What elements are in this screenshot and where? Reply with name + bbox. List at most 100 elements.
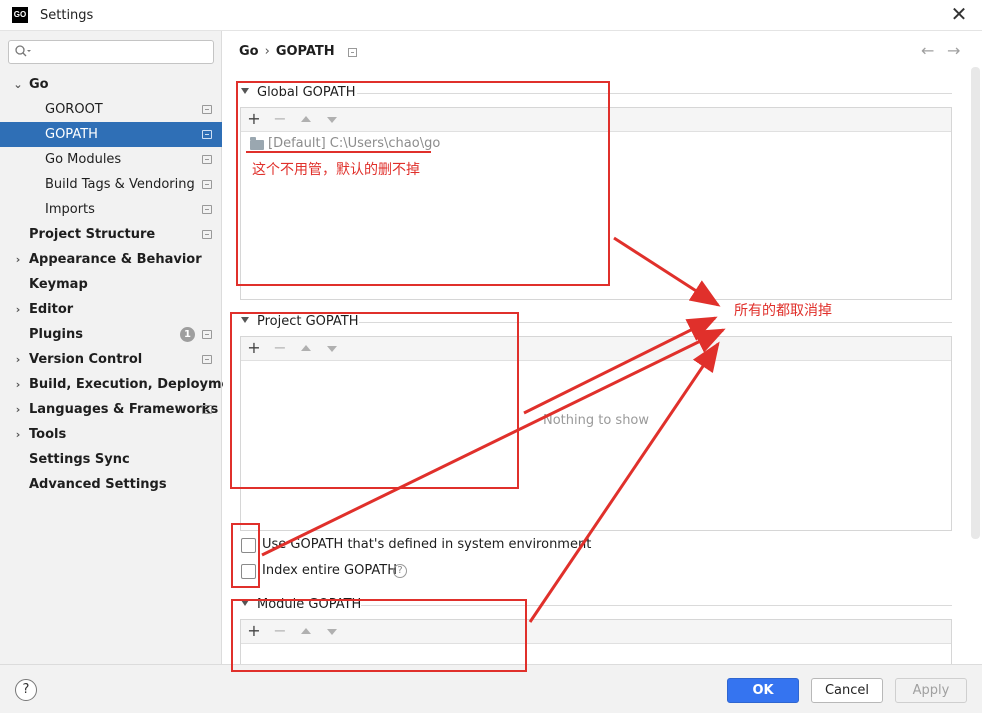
cancel-button[interactable]: Cancel <box>811 678 883 703</box>
breadcrumb: Go › GOPATH <box>239 44 335 59</box>
help-icon[interactable]: ? <box>393 564 407 578</box>
project-scope-icon <box>202 155 212 164</box>
sidebar-item-go[interactable]: ⌄ Go <box>0 72 222 97</box>
sidebar-item-label: Build, Execution, Deployment <box>29 377 246 392</box>
section-title: Module GOPATH <box>257 597 362 612</box>
project-scope-icon <box>202 330 212 339</box>
back-arrow-icon[interactable]: ← <box>921 41 934 60</box>
index-entire-gopath-checkbox[interactable] <box>241 564 256 579</box>
sidebar-item-gopath[interactable]: GOPATH <box>0 122 222 147</box>
remove-icon[interactable]: − <box>270 621 290 641</box>
move-up-icon[interactable] <box>301 628 311 634</box>
title-bar: GO Settings ✕ <box>0 0 982 31</box>
chevron-down-icon: ⌄ <box>13 78 23 91</box>
goland-app-icon: GO <box>12 7 28 23</box>
global-gopath-panel: + − [Default] C:\Users\chao\go <box>240 107 952 300</box>
sidebar-item-project-structure[interactable]: Project Structure <box>0 222 222 247</box>
list-toolbar: + − <box>241 337 951 361</box>
sidebar-item-build-tags[interactable]: Build Tags & Vendoring <box>0 172 222 197</box>
sidebar-item-languages[interactable]: › Languages & Frameworks <box>0 397 222 422</box>
project-scope-icon <box>202 205 212 214</box>
sidebar-item-editor[interactable]: › Editor <box>0 297 222 322</box>
sidebar-item-label: Go <box>29 77 49 92</box>
sidebar-item-appearance[interactable]: › Appearance & Behavior <box>0 247 222 272</box>
close-icon[interactable]: ✕ <box>948 3 970 27</box>
empty-list-text: Nothing to show <box>542 413 650 428</box>
chevron-right-icon: › <box>15 353 21 366</box>
sidebar-item-imports[interactable]: Imports <box>0 197 222 222</box>
vertical-scrollbar[interactable] <box>971 67 980 539</box>
chevron-right-icon: › <box>15 303 21 316</box>
project-gopath-panel: + − Nothing to show <box>240 336 952 531</box>
sidebar-item-label: GOPATH <box>45 127 98 142</box>
add-icon[interactable]: + <box>244 621 264 641</box>
index-entire-gopath-row[interactable]: Index entire GOPATH ? <box>241 562 441 582</box>
move-up-icon[interactable] <box>301 116 311 122</box>
separator <box>357 93 952 94</box>
remove-icon[interactable]: − <box>270 338 290 358</box>
sidebar-item-settings-sync[interactable]: Settings Sync <box>0 447 222 472</box>
collapse-triangle-icon <box>241 317 249 323</box>
ok-button[interactable]: OK <box>727 678 799 703</box>
chevron-right-icon: › <box>15 428 21 441</box>
project-scope-icon <box>202 230 212 239</box>
search-input[interactable] <box>8 40 214 64</box>
section-title: Global GOPATH <box>257 85 356 100</box>
sidebar-item-label: Languages & Frameworks <box>29 402 219 417</box>
separator <box>361 605 952 606</box>
sidebar-item-plugins[interactable]: Plugins 1 <box>0 322 222 347</box>
add-icon[interactable]: + <box>244 338 264 358</box>
remove-icon[interactable]: − <box>270 109 290 129</box>
use-system-gopath-checkbox[interactable] <box>241 538 256 553</box>
sidebar-item-label: Build Tags & Vendoring <box>45 177 195 192</box>
global-gopath-header[interactable]: Global GOPATH <box>241 85 356 100</box>
sidebar-item-go-modules[interactable]: Go Modules <box>0 147 222 172</box>
sidebar-item-label: GOROOT <box>45 102 103 117</box>
collapse-triangle-icon <box>241 88 249 94</box>
sidebar-item-keymap[interactable]: Keymap <box>0 272 222 297</box>
sidebar-item-goroot[interactable]: GOROOT <box>0 97 222 122</box>
use-system-gopath-row[interactable]: Use GOPATH that's defined in system envi… <box>241 536 601 556</box>
chevron-right-icon: › <box>15 403 21 416</box>
annotation-target-note: 所有的都取消掉 <box>734 303 832 319</box>
search-icon <box>15 45 31 57</box>
forward-arrow-icon[interactable]: → <box>947 41 960 60</box>
project-scope-icon <box>202 130 212 139</box>
chevron-right-icon: › <box>15 378 21 391</box>
chevron-right-icon: › <box>15 253 21 266</box>
module-gopath-header[interactable]: Module GOPATH <box>241 597 361 612</box>
project-gopath-header[interactable]: Project GOPATH <box>241 314 359 329</box>
project-scope-icon <box>202 355 212 364</box>
sidebar-item-advanced-settings[interactable]: Advanced Settings <box>0 472 222 497</box>
move-down-icon[interactable] <box>327 629 337 635</box>
sidebar-item-label: Version Control <box>29 352 143 367</box>
sidebar-item-label: Advanced Settings <box>29 477 167 492</box>
dialog-footer: ? OK Cancel Apply <box>0 664 982 713</box>
move-up-icon[interactable] <box>301 345 311 351</box>
move-down-icon[interactable] <box>327 346 337 352</box>
breadcrumb-parent[interactable]: Go <box>239 44 259 59</box>
gopath-entry[interactable]: [Default] C:\Users\chao\go <box>268 136 440 151</box>
sidebar-item-label: Appearance & Behavior <box>29 252 202 267</box>
sidebar-item-label: Plugins <box>29 327 83 342</box>
checkbox-label: Use GOPATH that's defined in system envi… <box>262 537 592 552</box>
sidebar-item-label: Keymap <box>29 277 88 292</box>
folder-icon <box>250 137 264 150</box>
breadcrumb-separator: › <box>264 44 270 59</box>
sidebar-item-label: Editor <box>29 302 74 317</box>
sidebar-item-build-execution[interactable]: › Build, Execution, Deployment <box>0 372 246 397</box>
sidebar-item-tools[interactable]: › Tools <box>0 422 222 447</box>
move-down-icon[interactable] <box>327 117 337 123</box>
module-gopath-panel: + − <box>240 619 952 664</box>
sidebar-item-label: Project Structure <box>29 227 156 242</box>
add-icon[interactable]: + <box>244 109 264 129</box>
sidebar-item-version-control[interactable]: › Version Control <box>0 347 222 372</box>
apply-button[interactable]: Apply <box>895 678 967 703</box>
checkbox-label: Index entire GOPATH <box>262 563 397 578</box>
settings-content: Go › GOPATH ← → Global GOPATH + − [Default… <box>223 31 982 664</box>
separator <box>359 322 952 323</box>
help-button[interactable]: ? <box>15 679 37 701</box>
window-title: Settings <box>40 8 94 23</box>
breadcrumb-current: GOPATH <box>275 44 335 59</box>
annotation-global-note: 这个不用管，默认的删不掉 <box>252 162 420 178</box>
